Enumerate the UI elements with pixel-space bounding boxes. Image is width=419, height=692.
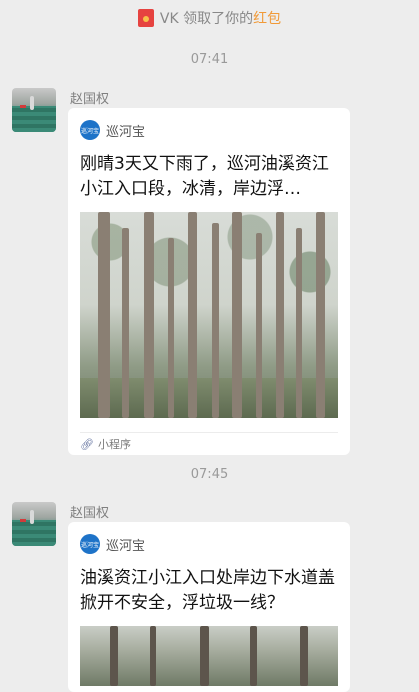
miniprogram-name: 巡河宝 [106, 124, 146, 140]
miniprogram-footer: 🔗︎ 小程序 [80, 432, 338, 455]
miniprogram-footer-label: 小程序 [97, 438, 131, 451]
timestamp: 07:41 [190, 52, 229, 67]
red-packet-icon [137, 9, 154, 27]
miniprogram-logo: 巡河宝 [80, 120, 100, 140]
miniprogram-logo: 巡河宝 [80, 534, 100, 554]
sender-name: 赵国权 [70, 506, 110, 521]
notice-text: VK 领取了你的 [159, 11, 254, 27]
miniprogram-header: 巡河宝 巡河宝 [80, 534, 338, 554]
sender-name: 赵国权 [70, 92, 110, 107]
avatar[interactable] [12, 502, 56, 546]
miniprogram-icon: 🔗︎ [80, 437, 94, 451]
miniprogram-title: 油溪资江小江入口处岸边下水道盖掀开不安全，浮垃圾一线？ [80, 568, 335, 613]
miniprogram-header: 巡河宝 巡河宝 [80, 120, 338, 140]
miniprogram-cover-image [80, 212, 338, 418]
system-notice: VK 领取了你的红包 [0, 8, 419, 28]
miniprogram-title: 刚晴3天又下雨了，巡河油溪资江小江入口段，冰清，岸边浮… [80, 154, 329, 199]
timestamp: 07:45 [190, 467, 229, 482]
miniprogram-card[interactable]: 巡河宝 巡河宝 油溪资江小江入口处岸边下水道盖掀开不安全，浮垃圾一线？ [68, 522, 350, 692]
miniprogram-name: 巡河宝 [106, 538, 146, 554]
avatar[interactable] [12, 88, 56, 132]
miniprogram-card[interactable]: 巡河宝 巡河宝 刚晴3天又下雨了，巡河油溪资江小江入口段，冰清，岸边浮… 🔗︎ … [68, 108, 350, 455]
miniprogram-cover-image [80, 626, 338, 686]
red-packet-link[interactable]: 红包 [253, 11, 281, 27]
